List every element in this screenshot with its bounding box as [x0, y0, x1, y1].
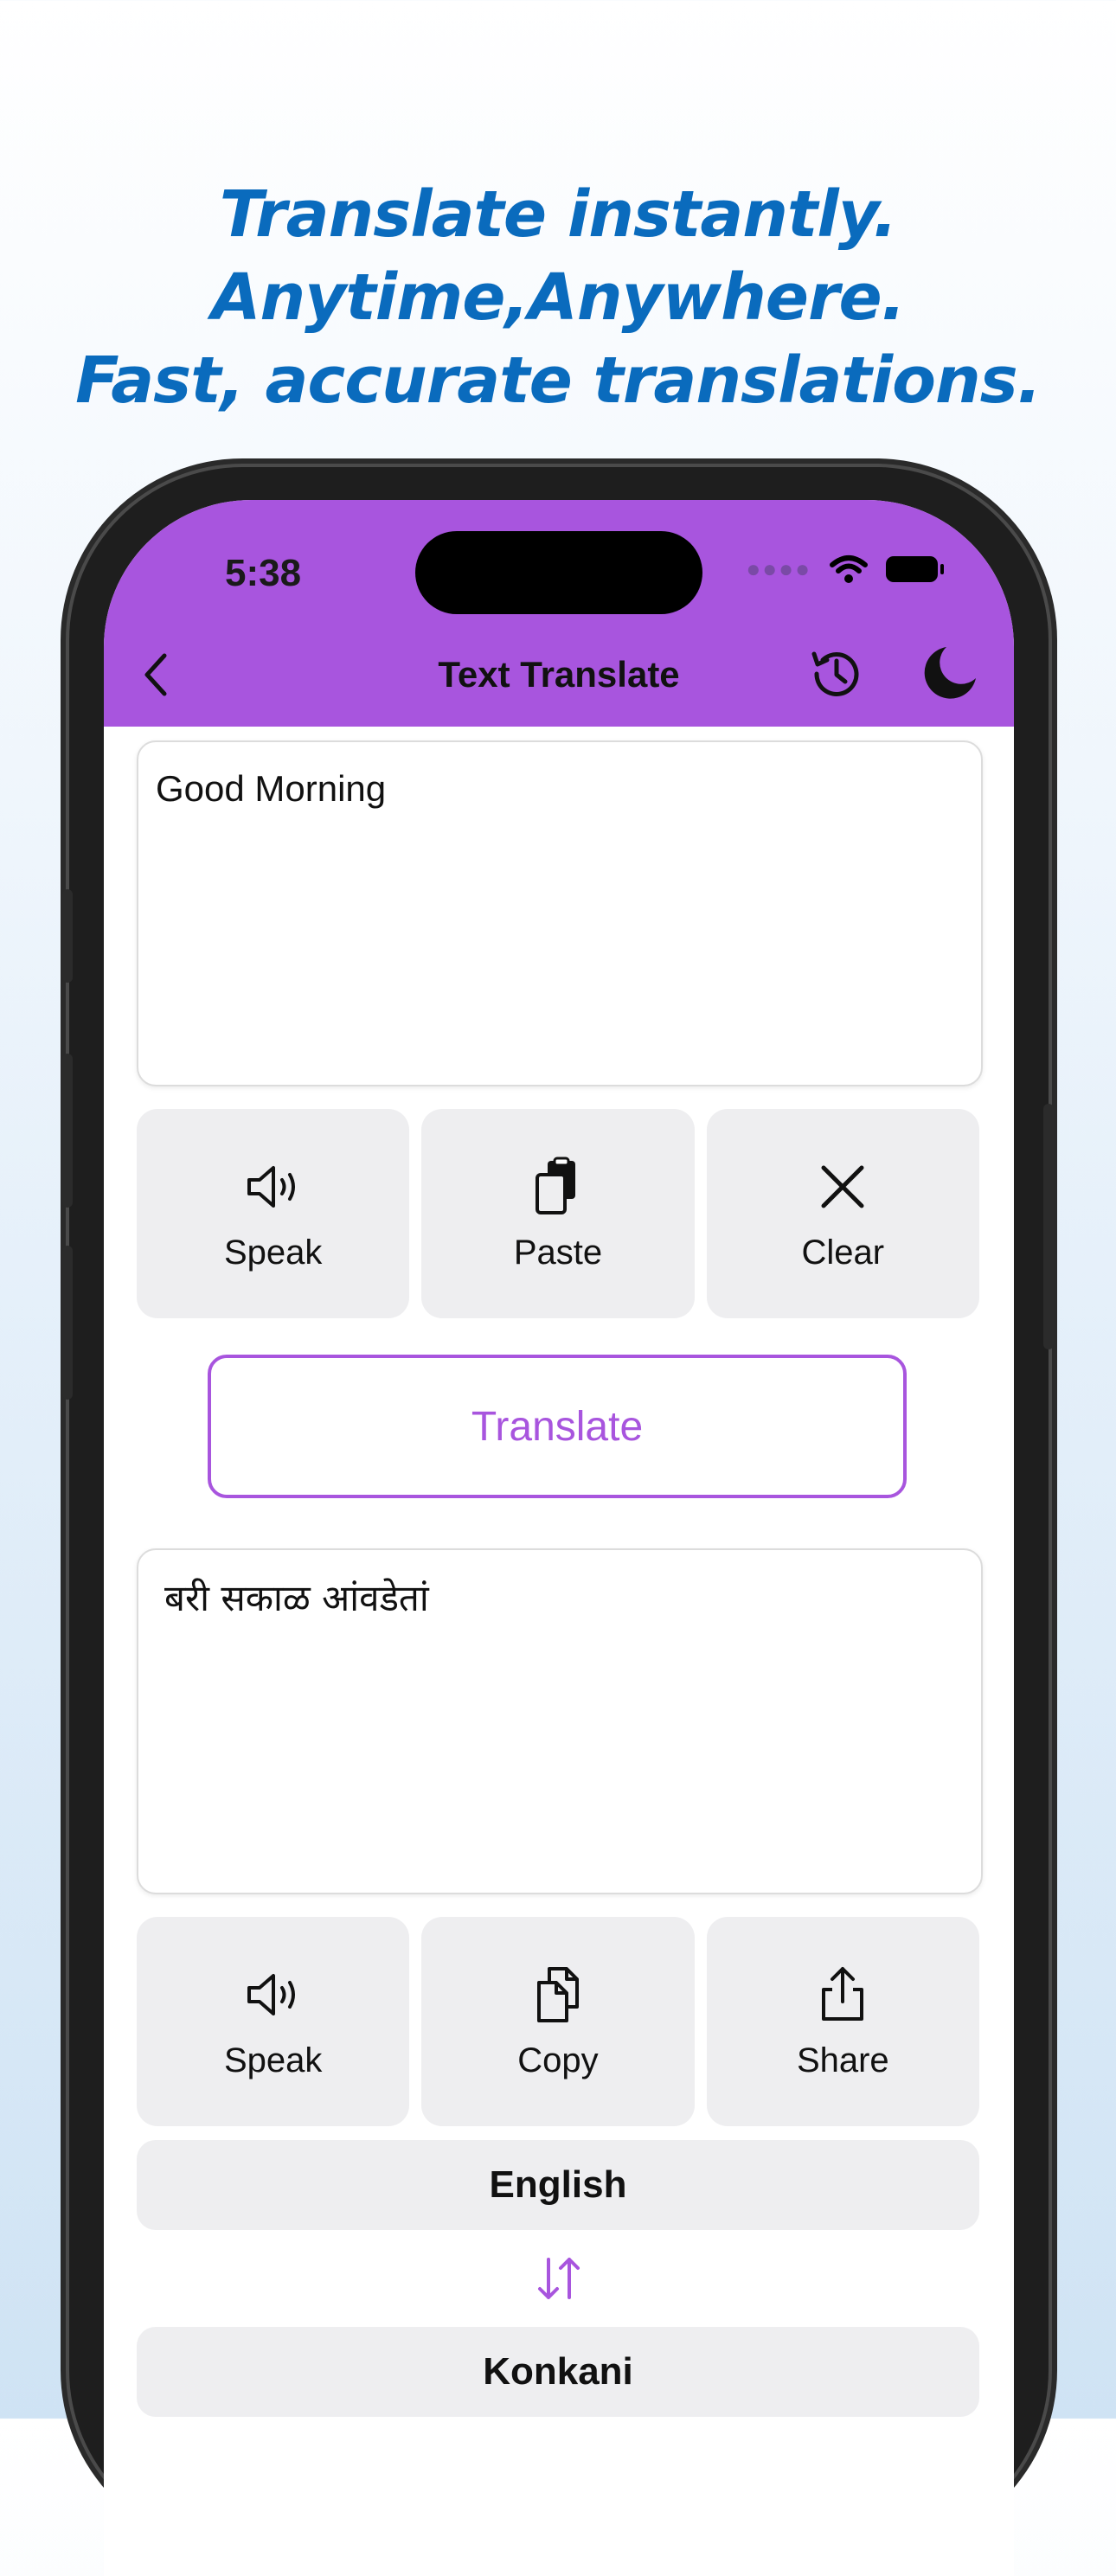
output-actions-row: Speak Copy Share: [137, 1917, 979, 2126]
input-actions-row: Speak Paste Clear: [137, 1109, 979, 1318]
top-bar: 5:38 ●●●● Text Translate: [104, 500, 1014, 727]
speak-output-label: Speak: [223, 2041, 323, 2079]
target-language-selector[interactable]: Konkani: [137, 2327, 979, 2417]
nav-title: Text Translate: [438, 654, 680, 695]
speak-output-button[interactable]: Speak: [137, 1917, 410, 2126]
status-icons: ●●●●: [746, 554, 944, 585]
battery-icon: [886, 556, 944, 582]
dynamic-island: [415, 531, 702, 614]
translated-text: बरी सकाळ आंवडेतां: [164, 1577, 429, 1619]
wifi-icon: [830, 555, 868, 583]
share-label: Share: [796, 2041, 889, 2079]
copy-label: Copy: [517, 2041, 599, 2079]
promo-line-1: Translate instantly.: [219, 177, 898, 252]
source-language-selector[interactable]: English: [137, 2140, 979, 2230]
copy-documents-icon: [536, 1966, 579, 2022]
promo-line-3: Fast, accurate translations.: [75, 343, 1042, 418]
paste-clipboard-icon: [535, 1157, 575, 1214]
swap-languages-icon[interactable]: [531, 2251, 587, 2306]
mute-switch: [62, 889, 73, 983]
copy-button[interactable]: Copy: [421, 1917, 695, 2126]
speaker-icon: [247, 1973, 295, 2015]
paste-button[interactable]: Paste: [421, 1109, 695, 1318]
translated-text-box: बरी सकाळ आंवडेतां: [137, 1548, 983, 1894]
share-button[interactable]: Share: [706, 1917, 979, 2126]
clear-label: Clear: [801, 1233, 885, 1272]
speaker-icon: [247, 1165, 295, 1208]
power-button: [1043, 1104, 1054, 1349]
paste-label: Paste: [513, 1233, 603, 1272]
close-x-icon: [821, 1165, 864, 1208]
source-text: Good Morning: [156, 768, 387, 809]
app-screen: 5:38 ●●●● Text Translate Good Morning Sp…: [104, 500, 1014, 2576]
volume-up-button: [62, 1054, 73, 1208]
translate-button[interactable]: Translate: [208, 1355, 907, 1498]
source-text-input[interactable]: Good Morning: [137, 740, 983, 1086]
share-icon: [822, 1966, 864, 2021]
promo-line-2: Anytime,Anywhere.: [211, 260, 906, 335]
volume-down-button: [62, 1246, 73, 1400]
status-time: 5:38: [225, 552, 302, 594]
speak-input-label: Speak: [223, 1233, 323, 1272]
promo-headline: Translate instantly. Anytime,Anywhere. F…: [0, 173, 1116, 422]
speak-input-button[interactable]: Speak: [137, 1109, 410, 1318]
dark-mode-moon-icon[interactable]: [922, 644, 979, 701]
history-icon[interactable]: [806, 644, 867, 704]
signal-icon: ●●●●: [746, 555, 811, 582]
clear-button[interactable]: Clear: [706, 1109, 979, 1318]
